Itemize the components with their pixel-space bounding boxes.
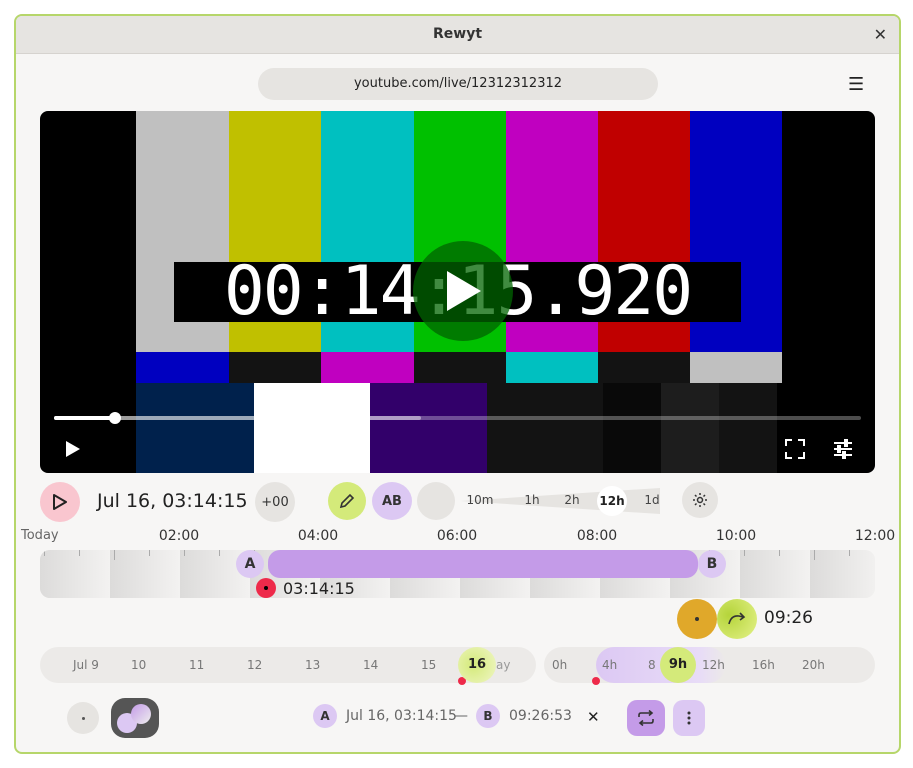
theme-toggle-icon[interactable] [111, 698, 159, 738]
hour-option[interactable]: 9h [660, 647, 696, 683]
footer-marker-b: B [476, 704, 500, 728]
ruler-tick [79, 550, 80, 556]
color-bar-mid [228, 352, 322, 383]
day-option[interactable]: 10 [131, 658, 146, 672]
zoom-option[interactable]: 10m [467, 493, 494, 507]
video-player[interactable]: 00:14:15.920 [40, 111, 875, 473]
color-bar-bottom [369, 383, 487, 473]
jump-dot-button[interactable] [677, 599, 717, 639]
day-option[interactable]: 16 [458, 647, 496, 683]
color-bar-bottom [602, 383, 661, 473]
ruler-segment [110, 550, 180, 598]
playhead-time: 03:14:15 [283, 579, 355, 598]
titlebar: Rewyt ✕ [16, 16, 899, 54]
ruler-tick [219, 550, 220, 556]
ruler-tick [779, 550, 780, 556]
hour-marker-dot [592, 677, 600, 685]
ab-selection-range[interactable] [268, 550, 698, 578]
zoom-option[interactable]: 2h [564, 493, 579, 507]
current-datetime: Jul 16, 03:14:15 [97, 490, 248, 512]
hour-label: 10:00 [715, 528, 757, 544]
window-title: Rewyt [432, 26, 483, 42]
ab-loop-button[interactable]: AB [372, 482, 412, 520]
hour-label: 02:00 [158, 528, 200, 544]
more-options-icon[interactable] [673, 700, 705, 736]
ruler-tick [44, 550, 45, 556]
play-button[interactable] [40, 482, 80, 522]
ruler-segment [40, 550, 110, 598]
zoom-option[interactable]: 1d [644, 493, 659, 507]
ruler-tick [744, 550, 745, 556]
playhead-dot[interactable] [256, 578, 276, 598]
ruler-tick [849, 550, 850, 556]
day-option[interactable]: 12 [247, 658, 262, 672]
color-bar-bottom [136, 383, 254, 473]
day-option[interactable]: Jul 9 [73, 658, 99, 672]
gear-icon[interactable] [682, 482, 718, 518]
video-play-icon[interactable] [64, 439, 82, 463]
ruler-tick [184, 550, 185, 556]
color-bar-mid [412, 352, 506, 383]
zoom-option[interactable]: 1h [524, 493, 539, 507]
ruler-tick [149, 550, 150, 556]
range-end: 09:26:53 [509, 708, 572, 724]
hour-selector[interactable]: 0h 4h 8 9h 12h 16h 20h [544, 647, 875, 685]
footer-marker-a: A [313, 704, 337, 728]
color-bar-mid [320, 352, 414, 383]
day-option[interactable]: 14 [363, 658, 378, 672]
today-label: Today [21, 528, 59, 543]
day-trailing-label: ay [496, 658, 511, 672]
zoom-option[interactable]: 12h [597, 486, 627, 516]
marker-a[interactable]: A [236, 550, 264, 578]
hour-label: 06:00 [436, 528, 478, 544]
color-bar-mid [689, 352, 783, 383]
color-bar-bottom [253, 383, 370, 473]
day-selector[interactable]: Jul 9 10 11 12 13 14 15 16 ay [40, 647, 536, 685]
range-start: Jul 16, 03:14:15 [346, 708, 457, 724]
color-bar-mid [504, 352, 598, 383]
day-option[interactable]: 15 [421, 658, 436, 672]
offset-button[interactable]: +00 [255, 482, 295, 522]
video-progress-bar[interactable] [54, 412, 861, 424]
hour-option[interactable]: 20h [802, 658, 825, 672]
range-dash: — [454, 708, 468, 724]
day-option[interactable]: 11 [189, 658, 204, 672]
fullscreen-icon[interactable] [785, 439, 805, 463]
progress-thumb[interactable] [108, 412, 121, 424]
hour-label: 08:00 [576, 528, 618, 544]
edit-pencil-icon[interactable] [328, 482, 366, 520]
hour-option[interactable]: 12h [702, 658, 725, 672]
app-window: Rewyt ✕ youtube.com/live/12312312312 ☰ 0… [14, 14, 901, 754]
progress-fill [54, 416, 115, 420]
jump-time: 09:26 [764, 608, 813, 628]
zoom-selector: 10m 1h 2h 12h 1d [460, 486, 660, 516]
color-bar-bottom [486, 383, 603, 473]
clear-range-button[interactable]: ✕ [587, 708, 600, 726]
color-bar-bottom [660, 383, 719, 473]
dot-button[interactable] [67, 702, 99, 734]
url-field[interactable]: youtube.com/live/12312312312 [258, 68, 658, 100]
ruler-segment [740, 550, 810, 598]
day-option[interactable]: 13 [305, 658, 320, 672]
hamburger-menu-icon[interactable]: ☰ [848, 74, 864, 95]
color-bar-bottom [718, 383, 777, 473]
blank-toggle-button[interactable] [417, 482, 455, 520]
color-bar-mid [136, 352, 230, 383]
hour-option[interactable]: 0h [552, 658, 567, 672]
settings-sliders-icon[interactable] [833, 439, 853, 463]
ruler-segment [810, 550, 875, 598]
repeat-icon[interactable] [627, 700, 665, 736]
ruler-tick [114, 550, 115, 560]
hour-label: 04:00 [297, 528, 339, 544]
redo-arrow-icon[interactable] [717, 599, 757, 639]
hour-label: 12:00 [854, 528, 896, 544]
hour-option[interactable]: 16h [752, 658, 775, 672]
marker-b[interactable]: B [698, 550, 726, 578]
big-play-button[interactable] [413, 241, 513, 341]
close-button[interactable]: ✕ [874, 25, 887, 44]
ruler-tick [814, 550, 815, 560]
hour-option[interactable]: 8 [648, 658, 656, 672]
hour-option[interactable]: 4h [602, 658, 617, 672]
color-bar-mid [597, 352, 691, 383]
